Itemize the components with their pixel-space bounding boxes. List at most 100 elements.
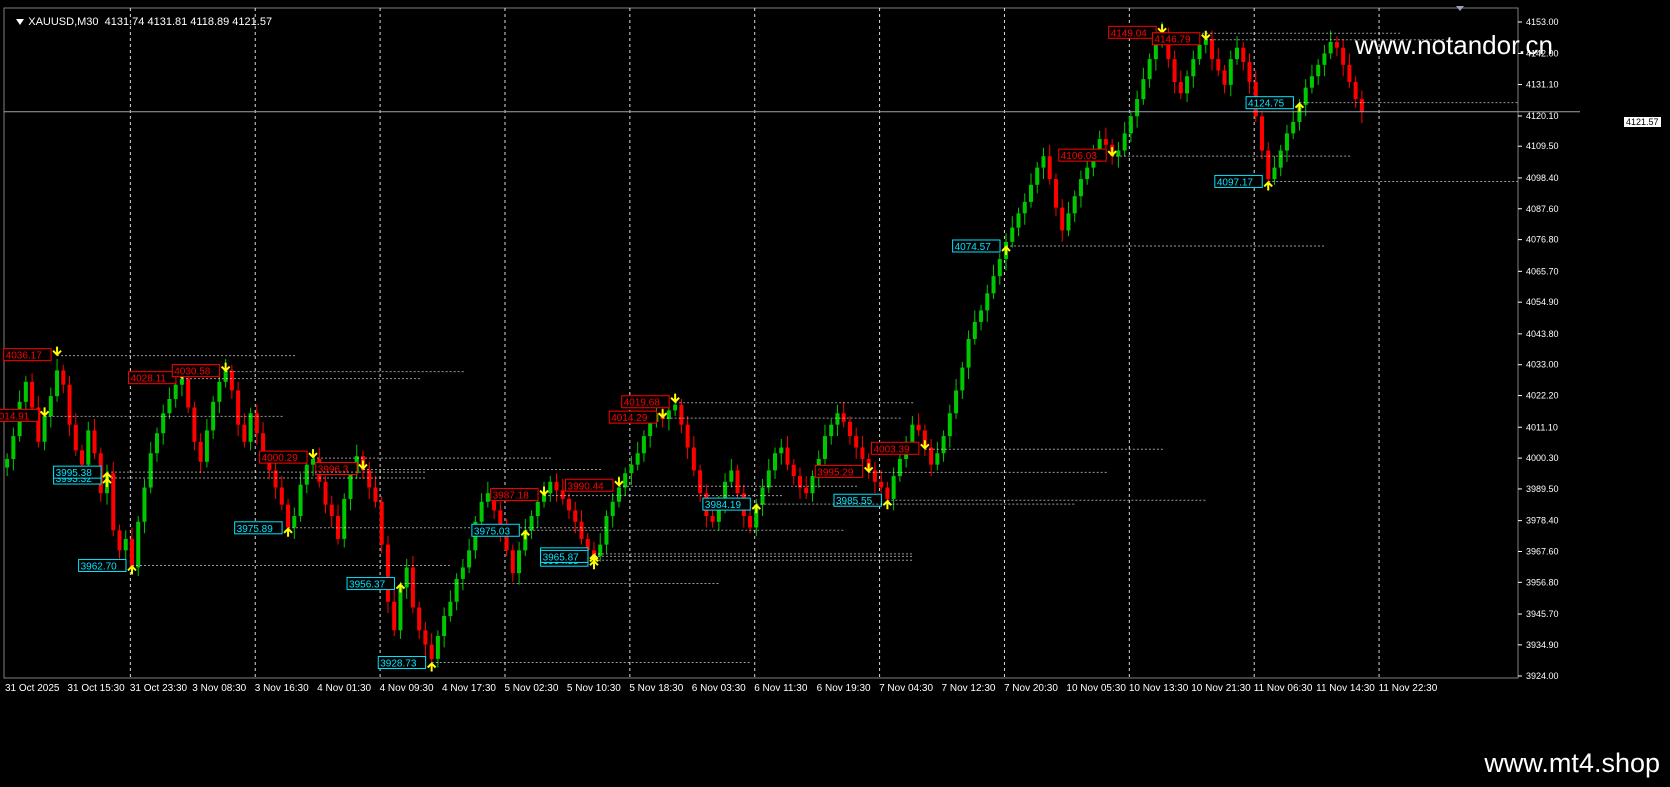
candle-body [148, 453, 153, 488]
candle-body [1035, 167, 1040, 185]
down-arrow-icon [539, 486, 549, 496]
candle-body [410, 567, 415, 608]
ohlc-readout: 4131.74 4131.81 4118.89 4121.57 [104, 16, 273, 28]
candle-body [567, 498, 572, 511]
x-tick-label: 4 Nov 17:30 [442, 683, 496, 694]
candle-body [279, 487, 284, 505]
candle-body [73, 424, 78, 451]
candle-body [616, 487, 621, 502]
high-price-label: 3996.3 [318, 465, 349, 476]
candle-body [1016, 213, 1021, 228]
price-chart[interactable]: 31 Oct 2025 31 Oct 15:30 31 Oct 23:30 3 Nov… [0, 0, 1670, 744]
x-tick-label: 31 Oct 23:30 [130, 683, 188, 694]
candle-body [991, 276, 996, 294]
y-tick-label: 3945.70 [1526, 609, 1559, 619]
candle-body [48, 396, 53, 417]
candle-body [879, 481, 884, 488]
candle-body [379, 501, 384, 545]
candle-body [1266, 150, 1271, 180]
y-tick-label: 3967.60 [1526, 546, 1559, 556]
candle-body [1235, 47, 1240, 60]
candle-body [685, 424, 690, 448]
candle-body [691, 447, 696, 471]
candle-body [635, 453, 640, 465]
candle-body [1178, 81, 1183, 94]
high-price-label: 4030.58 [174, 367, 211, 378]
candle-body [648, 421, 653, 437]
y-tick-label: 4065.70 [1526, 266, 1559, 276]
x-tick-label: 11 Nov 14:30 [1316, 683, 1375, 694]
candle-body [460, 567, 465, 579]
y-tick-label: 3956.80 [1526, 577, 1559, 587]
candle-body [517, 550, 522, 574]
current-price-tag: 4121.57 [1624, 117, 1661, 127]
candle-body [429, 644, 434, 659]
x-tick-label: 11 Nov 06:30 [1254, 683, 1313, 694]
candle-body [423, 630, 428, 645]
candle-body [273, 470, 278, 488]
down-arrow-icon [39, 407, 50, 417]
candle-body [997, 259, 1002, 277]
candle-body [548, 481, 553, 494]
candle-body [1135, 99, 1140, 117]
low-price-label: 3985.55 [836, 496, 873, 507]
candle-body [1328, 41, 1333, 54]
candle-body [479, 501, 484, 522]
candle-body [748, 516, 753, 528]
watermark-top: www.notandor.cn [1355, 30, 1554, 60]
candle-body [367, 470, 372, 488]
candle-body [773, 453, 778, 471]
candle-body [42, 416, 47, 442]
low-price-label: 4124.75 [1248, 99, 1285, 110]
symbol-label: XAUUSD,M30 [28, 16, 99, 28]
up-arrow-icon [882, 499, 893, 510]
candle-body [885, 487, 890, 499]
candle-body [304, 464, 309, 485]
x-tick-label: 10 Nov 21:30 [1191, 683, 1251, 694]
candle-body [1085, 167, 1090, 180]
y-tick-label: 4131.10 [1526, 80, 1559, 90]
candle-body [641, 436, 646, 454]
candle-body [1278, 150, 1283, 168]
up-arrow-icon [1001, 245, 1011, 255]
candle-body [485, 493, 490, 502]
candle-body [329, 504, 334, 517]
candle-body [1291, 121, 1296, 134]
candle-body [292, 516, 297, 528]
dropdown-triangle-icon[interactable] [16, 19, 25, 26]
low-price-label: 3928.73 [380, 658, 417, 669]
candle-body [1309, 76, 1314, 88]
candle-body [417, 607, 422, 631]
up-arrow-icon [426, 662, 437, 672]
candle-body [1334, 41, 1339, 48]
high-price-label: 4003.39 [873, 444, 910, 455]
x-tick-label: 10 Nov 05:30 [1066, 683, 1126, 694]
candle-body [1028, 184, 1033, 202]
candle-body [385, 544, 390, 602]
candle-body [223, 370, 228, 382]
candle-body [142, 487, 147, 522]
candle-body [217, 381, 222, 402]
candle-body [1147, 59, 1152, 80]
candle-body [1141, 79, 1146, 100]
candle-body [1341, 47, 1346, 65]
y-tick-label: 4022.20 [1526, 391, 1559, 401]
chart-frame[interactable]: 31 Oct 2025 31 Oct 15:30 31 Oct 23:30 3 Nov… [0, 0, 1670, 787]
y-tick-label: 4120.10 [1526, 111, 1559, 121]
candle-body [1259, 116, 1264, 151]
candle-body [629, 464, 634, 474]
low-price-label: 3995.38 [56, 468, 93, 479]
y-tick-label: 3924.00 [1526, 671, 1559, 681]
candle-body [1128, 116, 1133, 134]
high-price-label: 4014.91 [0, 411, 30, 422]
up-arrow-icon [751, 503, 762, 514]
candle-body [204, 430, 209, 462]
candle-body [810, 476, 815, 494]
x-tick-label: 4 Nov 01:30 [317, 683, 371, 694]
x-tick-label: 4 Nov 09:30 [380, 683, 434, 694]
down-arrow-icon [614, 477, 624, 487]
up-arrow-icon [1294, 102, 1305, 112]
candle-body [373, 487, 378, 502]
watermark-bottom: www.mt4.shop [1484, 748, 1660, 778]
candle-body [1222, 70, 1227, 85]
